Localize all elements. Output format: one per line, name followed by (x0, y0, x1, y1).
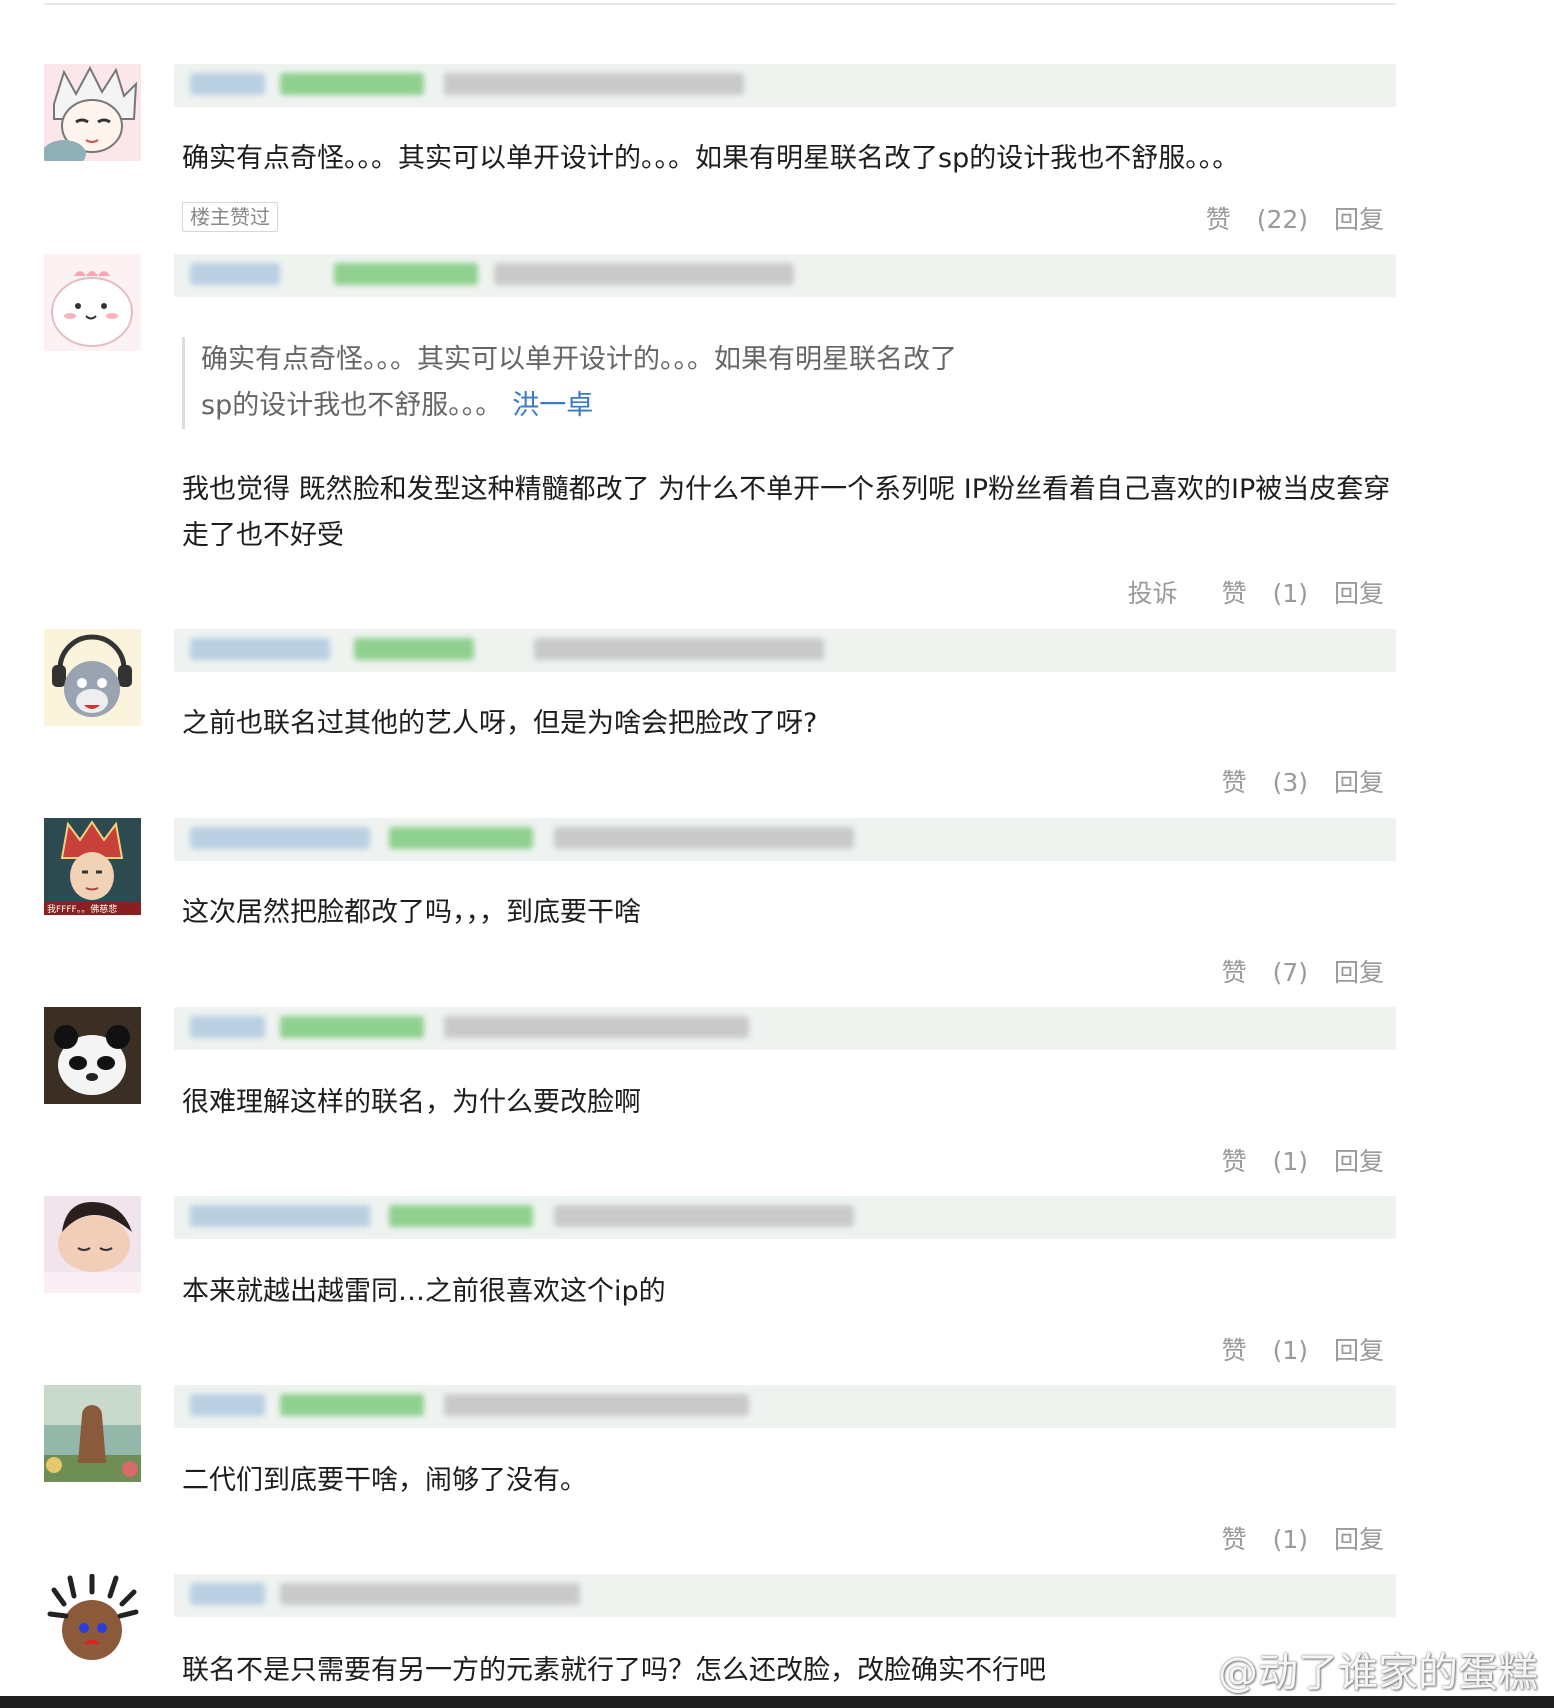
like-count: 1 (1273, 1336, 1308, 1365)
reply-button[interactable]: 回复 (1334, 205, 1384, 234)
avatar[interactable]: 我FFFF。。佛慈悲 (44, 818, 141, 915)
avatar[interactable] (44, 1385, 141, 1482)
like-button[interactable]: 赞 1 (1204, 579, 1308, 608)
comment-text: 确实有点奇怪。。。其实可以单开设计的。。。如果有明星联名改了sp的设计我也不舒服… (182, 143, 1240, 174)
quoted-author-link[interactable]: 洪一卓 (512, 390, 593, 421)
like-count: 1 (1273, 1147, 1308, 1176)
comment-actions: 投诉 赞 1 回复 (1110, 574, 1384, 610)
quoted-comment: 确实有点奇怪。。。其实可以单开设计的。。。如果有明星联名改了 sp的设计我也不舒… (182, 337, 1081, 429)
like-count: 3 (1273, 768, 1308, 797)
username-strip[interactable] (174, 1385, 1396, 1428)
comment-text: 我也觉得 既然脸和发型这种精髓都改了 为什么不单开一个系列呢 IP粉丝看着自己喜… (182, 474, 1391, 551)
comment-text: 之前也联名过其他的艺人呀，但是为啥会把脸改了呀? (182, 708, 818, 739)
avatar[interactable] (44, 629, 141, 726)
reply-button[interactable]: 回复 (1334, 768, 1384, 797)
comment-actions: 赞 3 回复 (1186, 763, 1384, 799)
like-button[interactable]: 赞 1 (1204, 1147, 1308, 1176)
username-strip[interactable] (174, 629, 1396, 672)
comment-actions: 赞 1 回复 (1186, 1142, 1384, 1178)
username-strip[interactable] (174, 1574, 1396, 1617)
comment-actions: 赞 7 回复 (1186, 953, 1384, 989)
like-button[interactable]: 赞 22 (1188, 205, 1308, 234)
avatar-caption: 我FFFF。。佛慈悲 (47, 903, 117, 915)
complain-button[interactable]: 投诉 (1128, 579, 1178, 608)
watermark-text: @动了谁家的蛋糕 (1218, 1650, 1538, 1696)
comment-actions: 赞 1 回复 (1186, 1520, 1384, 1556)
anime-boy-avatar-icon (44, 64, 141, 161)
quoted-text-line: 确实有点奇怪。。。其实可以单开设计的。。。如果有明星联名改了 (201, 344, 957, 375)
comment-text: 这次居然把脸都改了吗，，，到底要干啥 (182, 897, 641, 928)
cartoon-cat-avatar-icon (44, 629, 141, 726)
comment-actions: 赞 22 回复 (1170, 200, 1384, 236)
landscape-figure-avatar-icon (44, 1385, 141, 1482)
username-strip[interactable] (174, 1196, 1396, 1239)
like-count: 22 (1257, 205, 1308, 234)
like-button[interactable]: 赞 3 (1204, 768, 1308, 797)
username-strip[interactable] (174, 818, 1396, 861)
cute-dinosaur-avatar-icon (44, 254, 141, 351)
reply-button[interactable]: 回复 (1334, 1525, 1384, 1554)
like-count: 1 (1273, 1525, 1308, 1554)
like-count: 7 (1273, 958, 1308, 987)
comment-text: 本来就越出越雷同…之前很喜欢这个ip的 (182, 1276, 666, 1307)
weibo-logo-icon (1162, 1650, 1212, 1700)
author-liked-badge: 楼主赞过 (182, 202, 278, 232)
like-button[interactable]: 赞 1 (1204, 1336, 1308, 1365)
avatar[interactable] (44, 1196, 141, 1293)
username-strip[interactable] (174, 64, 1396, 107)
avatar[interactable] (44, 1007, 141, 1104)
quoted-text-line: sp的设计我也不舒服。。。 (201, 390, 503, 421)
top-divider (44, 3, 1396, 5)
comment-text: 二代们到底要干啥，闹够了没有。 (182, 1465, 587, 1496)
comment-text: 很难理解这样的联名，为什么要改脸啊 (182, 1087, 641, 1118)
like-count: 1 (1273, 579, 1308, 608)
avatar[interactable] (44, 254, 141, 351)
reply-button[interactable]: 回复 (1334, 958, 1384, 987)
tang-monk-meme-avatar-icon: 我FFFF。。佛慈悲 (44, 818, 141, 915)
like-button[interactable]: 赞 1 (1204, 1525, 1308, 1554)
like-button[interactable]: 赞 7 (1204, 958, 1308, 987)
avatar[interactable] (44, 64, 141, 161)
reply-button[interactable]: 回复 (1334, 1336, 1384, 1365)
avatar[interactable] (44, 1574, 141, 1671)
watermark: @动了谁家的蛋糕 (1162, 1640, 1538, 1700)
username-strip[interactable] (174, 254, 1396, 297)
dreadlocks-cartoon-avatar-icon (44, 1574, 141, 1671)
comment-actions: 赞 1 回复 (1186, 1331, 1384, 1367)
reply-button[interactable]: 回复 (1334, 1147, 1384, 1176)
panda-avatar-icon (44, 1007, 141, 1104)
sleeping-boy-avatar-icon (44, 1196, 141, 1293)
reply-button[interactable]: 回复 (1334, 579, 1384, 608)
bottom-bar (0, 1696, 1554, 1708)
username-strip[interactable] (174, 1007, 1396, 1050)
